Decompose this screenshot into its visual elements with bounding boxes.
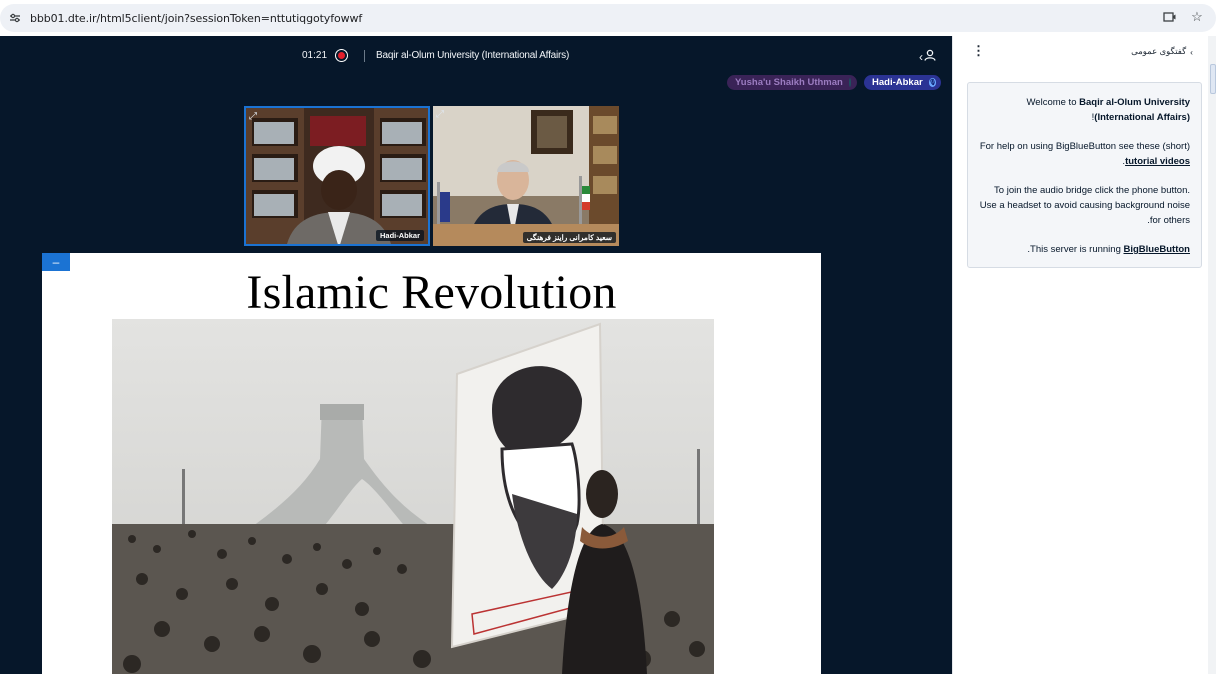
- more-options-icon[interactable]: ⋮: [972, 43, 985, 59]
- talker-name: Hadi-Abkar: [872, 77, 923, 88]
- video-user-name: سعید کامرانی راینز فرهنگی: [522, 232, 616, 243]
- meeting-name: Baqir al-Olum University (International …: [1079, 97, 1190, 123]
- recording-timer: 01:21: [302, 50, 328, 61]
- welcome-text: Welcome to: [1026, 97, 1080, 108]
- microphone-icon: 🎙: [928, 78, 937, 87]
- server-text: This server is running: [1030, 244, 1124, 255]
- meeting-area: 01:21 Baqir al-Olum University (Internat…: [0, 36, 952, 674]
- url-text[interactable]: bbb01.dte.ir/html5client/join?sessionTok…: [30, 12, 362, 25]
- meeting-nav: 01:21 Baqir al-Olum University (Internat…: [302, 49, 569, 62]
- slide-photo: [112, 319, 714, 674]
- browser-toolbar: bbb01.dte.ir/html5client/join?sessionTok…: [0, 0, 1216, 36]
- nav-divider: [364, 49, 366, 62]
- side-strip: [1208, 36, 1216, 674]
- address-bar[interactable]: bbb01.dte.ir/html5client/join?sessionTok…: [0, 4, 1216, 32]
- help-text: For help on using BigBlueButton see thes…: [979, 141, 1190, 152]
- talker-indicator[interactable]: Yusha'u Shaikh Uthman: [727, 75, 857, 90]
- record-icon[interactable]: [335, 49, 349, 62]
- webcam-feed: [433, 106, 619, 246]
- tune-icon[interactable]: [8, 11, 22, 25]
- chat-title[interactable]: گفتگوی عمومی ‹: [1131, 46, 1193, 57]
- chat-title-text: گفتگوی عمومی: [1131, 46, 1187, 56]
- star-icon[interactable]: ☆: [1190, 9, 1204, 24]
- talker-status-icon: [848, 78, 851, 87]
- user-icon: [924, 49, 936, 64]
- video-tile[interactable]: ⤢ Hadi-Abkar: [244, 106, 430, 246]
- talker-indicator-active[interactable]: Hadi-Abkar 🎙: [864, 75, 941, 90]
- help-line: For help on using BigBlueButton see thes…: [978, 139, 1190, 169]
- welcome-message: Welcome to Baqir al-Olum University (Int…: [967, 82, 1202, 268]
- tutorial-videos-link[interactable]: tutorial videos: [1125, 156, 1190, 167]
- fullscreen-icon[interactable]: ⤢: [249, 111, 261, 123]
- server-line: This server is running BigBlueButton.: [978, 242, 1190, 257]
- webcam-feed: [246, 108, 428, 244]
- video-tile[interactable]: ⤢ سعید کامرانی راینز فرهنگی: [433, 106, 619, 246]
- bigbluebutton-link[interactable]: BigBlueButton: [1124, 244, 1191, 255]
- welcome-line: Welcome to Baqir al-Olum University (Int…: [978, 95, 1191, 125]
- audio-line: To join the audio bridge click the phone…: [979, 185, 1190, 226]
- chat-panel: ⋮ گفتگوی عمومی ‹ Welcome to Baqir al-Olu…: [952, 36, 1208, 674]
- chevron-left-icon: ‹: [1190, 46, 1193, 57]
- chevron-left-icon: ‹: [919, 49, 923, 64]
- presentation-slide[interactable]: Islamic Revolution: [42, 253, 821, 674]
- slide-title: Islamic Revolution: [246, 266, 617, 319]
- fullscreen-icon[interactable]: ⤢: [436, 109, 448, 121]
- side-tab[interactable]: [1210, 64, 1216, 94]
- minimize-presentation-button[interactable]: –: [42, 253, 70, 271]
- users-list-toggle[interactable]: ‹: [919, 49, 936, 64]
- talker-name: Yusha'u Shaikh Uthman: [735, 77, 843, 88]
- cast-icon[interactable]: [1162, 10, 1176, 24]
- meeting-title: Baqir al-Olum University (International …: [376, 50, 570, 61]
- video-user-name: Hadi-Abkar: [375, 230, 424, 241]
- chat-header: ⋮ گفتگوی عمومی ‹: [953, 42, 1209, 60]
